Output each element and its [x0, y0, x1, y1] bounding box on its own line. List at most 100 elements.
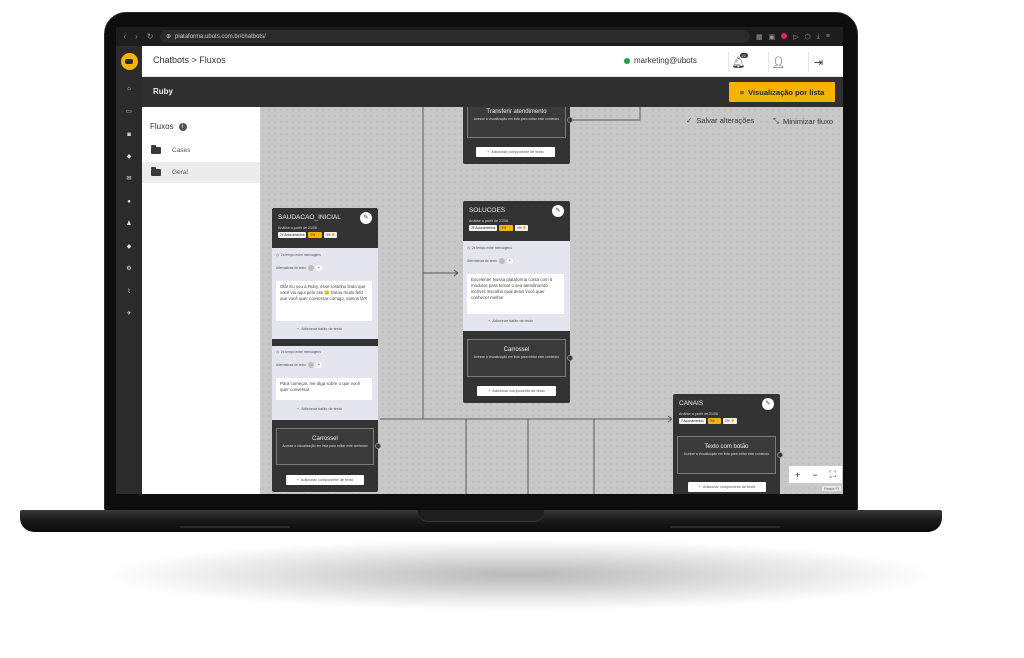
folder-label: Geral [172, 169, 188, 176]
add-component-button[interactable]: + Adicionar componente de texto [688, 482, 766, 492]
output-port[interactable] [567, 355, 573, 361]
like-rate: 0% 👍 [707, 418, 722, 424]
reload-icon[interactable]: ↻ [147, 32, 154, 41]
node-solucoes[interactable]: SOLUCOES ✎ Análise a partir de 21/06 26 … [463, 201, 573, 403]
delay-label: 2s tempo entre mensagens [280, 253, 321, 257]
add-component-button[interactable]: + Adicionar componente de texto [286, 475, 364, 485]
add-component-button[interactable]: + Adicionar componente de texto [476, 147, 555, 157]
button-text-desc: Acesse a visualização em lista para edit… [683, 452, 770, 456]
message-bubble[interactable]: Excelente! Nossa plataforma conta com 5 … [467, 274, 564, 314]
mail-icon[interactable]: ✉ [125, 175, 133, 183]
menu-icon[interactable]: ≡ [826, 33, 830, 41]
help-icon[interactable]: ● [125, 198, 133, 206]
plus-icon: + [297, 327, 300, 331]
add-balloon-button[interactable]: + Adicionar balão de texto [297, 407, 342, 411]
output-port[interactable] [777, 452, 783, 458]
add-balloon-button[interactable]: + Adicionar balão de texto [488, 319, 533, 323]
message-block[interactable]: ◷ 2s tempo entre mensagens Alternativas … [272, 346, 378, 420]
button-text-card[interactable]: Texto com botão Acesse a visualização em… [677, 436, 776, 474]
add-alternative-button[interactable]: + [506, 258, 513, 264]
zoom-out-icon[interactable]: − [812, 470, 817, 480]
online-status-icon [624, 57, 630, 64]
zoom-in-icon[interactable]: + [795, 470, 800, 480]
download-icon[interactable]: ⤓ [817, 33, 820, 41]
add-component-button[interactable]: + Adicionar componente de texto [477, 386, 556, 396]
user-status[interactable]: marketing@ubots [624, 56, 697, 65]
plus-icon: + [487, 150, 490, 154]
delay-label: 2s tempo entre mensagens [471, 246, 512, 250]
add-component-label: Adicionar componente de texto [300, 478, 354, 482]
delay-label: 2s tempo entre mensagens [280, 350, 321, 354]
add-alternative-button[interactable]: + [315, 362, 322, 368]
view-list-button[interactable]: ≡ Visualização por lista [729, 82, 835, 102]
message-bubble[interactable]: Olá! Eu sou a Ruby, esse rostinho lindo … [276, 281, 372, 321]
carousel-desc: Acesse a visualização em lista para edit… [282, 444, 368, 448]
address-bar[interactable]: ⊕ plataforma.ubots.com.br/chatbots/ [160, 30, 750, 43]
analytics-icon[interactable]: ⌇ [125, 288, 133, 296]
edit-icon[interactable]: ✎ [552, 205, 564, 217]
folder-item-cases[interactable]: Cases [142, 140, 260, 161]
profile-button[interactable]: 👤︎ [768, 52, 788, 72]
message-bubble[interactable]: Para começar, me diga sobre o que você q… [276, 378, 372, 400]
diamond-icon[interactable]: ◆ [125, 243, 133, 251]
settings-icon[interactable]: ⚙ [125, 265, 133, 273]
transfer-card[interactable]: Transferir atendimento Acesse a visualiz… [467, 107, 566, 138]
folder-icon [151, 145, 161, 154]
chat-icon[interactable]: ◆ [125, 153, 133, 161]
url-text: plataforma.ubots.com.br/chatbots/ [175, 33, 266, 40]
add-balloon-button[interactable]: + Adicionar balão de texto [297, 327, 342, 331]
home-icon[interactable]: ⌂ [125, 85, 133, 93]
save-changes-button[interactable]: ✓ Salvar alterações [686, 116, 754, 125]
message-block[interactable]: ◷ 2s tempo entre mensagens Alternativas … [272, 248, 378, 339]
list-icon: ≡ [739, 87, 745, 97]
extensions-icon[interactable]: ⬡ [805, 33, 811, 41]
record-icon[interactable] [781, 32, 788, 39]
edit-icon[interactable]: ✎ [762, 398, 774, 410]
folder-item-geral[interactable]: Geral [142, 162, 260, 183]
alternatives-meta: Alternativas de texto + [467, 258, 513, 264]
carousel-card[interactable]: Carrossel Acesse a visualização em lista… [276, 428, 374, 465]
fit-view-icon[interactable]: ⛶ [830, 469, 836, 480]
flows-title-text: Fluxos [150, 122, 174, 131]
person-icon[interactable]: ♟ [125, 220, 133, 228]
info-icon[interactable]: i [178, 122, 187, 131]
node-canais[interactable]: CANAIS ✎ Análise a partir de 21/06 7 Aci… [673, 394, 783, 494]
add-alternative-button[interactable]: + [315, 265, 322, 271]
transfer-desc: Acesse a visualização em lista para edit… [473, 117, 560, 121]
logout-icon: ⇥ [813, 56, 824, 69]
minimize-flow-button[interactable]: ⤡ Minimizar fluxo [773, 116, 833, 126]
alternative-dot[interactable] [498, 258, 505, 264]
alternative-dot[interactable] [307, 362, 314, 368]
forward-icon[interactable]: › [135, 32, 138, 41]
qr-icon[interactable]: ▦ [756, 33, 763, 41]
play-icon[interactable]: ▷ [793, 33, 798, 41]
node-transferir[interactable]: Transferir atendimento Acesse a visualiz… [463, 107, 573, 164]
screenshot-icon[interactable]: ▣ [769, 33, 776, 41]
like-rate: 0% 👍 [308, 232, 322, 238]
rocket-icon[interactable]: ✈ [125, 310, 133, 318]
site-info-icon[interactable]: ⊕ [166, 33, 171, 40]
output-port[interactable] [567, 117, 573, 123]
notifications-button[interactable]: 🔔︎ 22 [728, 52, 748, 72]
alternatives-label: Alternativas de texto [276, 363, 306, 367]
logout-button[interactable]: ⇥ [808, 52, 828, 72]
alternative-dot[interactable] [307, 265, 314, 271]
message-block[interactable]: ◷ 2s tempo entre mensagens Alternativas … [463, 241, 570, 331]
add-balloon-label: Adicionar balão de texto [301, 407, 342, 411]
monitor-icon[interactable]: ▭ [125, 108, 133, 116]
flow-canvas[interactable]: ✓ Salvar alterações ⤡ Minimizar fluxo Tr… [260, 107, 843, 494]
back-icon[interactable]: ‹ [123, 32, 126, 41]
add-balloon-label: Adicionar balão de texto [301, 327, 342, 331]
edit-icon[interactable]: ✎ [360, 212, 372, 224]
react-flow-attribution[interactable]: React Fl [822, 486, 841, 491]
like-rate: 0% 👍 [499, 225, 513, 231]
check-icon: ✓ [686, 116, 693, 125]
ubots-logo[interactable] [120, 53, 138, 70]
clock-icon: ◷ [467, 246, 470, 250]
carousel-card[interactable]: Carrossel Acesse a visualização em lista… [467, 339, 566, 377]
delay-meta: ◷ 2s tempo entre mensagens [276, 253, 321, 257]
output-port[interactable] [375, 443, 381, 449]
node-saudacao-inicial[interactable]: SAUDACAO_INICIAL ✎ Análise a partir de 2… [272, 208, 381, 492]
bot-icon[interactable]: ◙ [125, 131, 133, 139]
dislike-rate: 0% 👎 [514, 225, 529, 231]
